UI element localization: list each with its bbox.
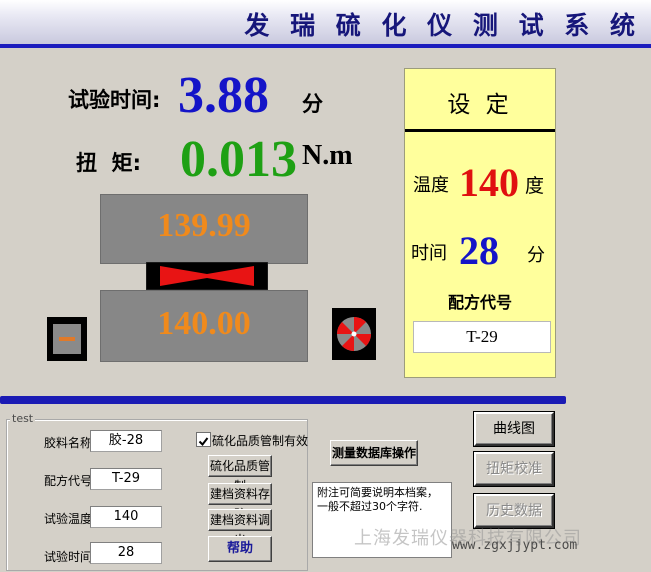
test-time-form-label: 试验时间 [44, 550, 93, 564]
settings-title: 设 定 [447, 92, 513, 118]
test-time-input[interactable]: 28 [90, 542, 162, 564]
test-temp-label: 试验温度 [44, 512, 93, 526]
set-code-label: 配方代号 [447, 293, 512, 312]
rotor-graphic [145, 261, 269, 291]
test-time-value: 3.88 [178, 67, 269, 124]
checkmark-icon [198, 437, 209, 447]
lower-die: 140.00 [100, 290, 308, 362]
quality-checkbox[interactable] [196, 432, 211, 447]
help-button[interactable]: 帮助 [208, 536, 272, 562]
torque-label: 扭 矩: [76, 151, 142, 175]
set-time-unit: 分 [527, 245, 545, 266]
torque-unit: N.m [302, 140, 353, 171]
torque-value: 0.013 [180, 131, 297, 188]
rubber-name-input[interactable]: 胶-28 [90, 430, 162, 452]
set-temp-unit: 度 [525, 175, 545, 197]
accent-bar [0, 396, 566, 404]
set-time-value: 28 [459, 228, 499, 273]
upper-die-temp: 139.99 [157, 207, 251, 244]
curve-button[interactable]: 曲线图 [474, 412, 554, 446]
settings-panel: 设 定 温度 140 度 时间 28 分 配方代号 T-29 [404, 68, 556, 378]
upper-die: 139.99 [100, 194, 308, 264]
set-temp-label: 温度 [413, 175, 449, 196]
save-record-button[interactable]: 建档资料存贮 [208, 483, 272, 521]
formula-code-label: 配方代号 [44, 474, 93, 488]
url-watermark: www.zgxjjypt.com [452, 538, 578, 553]
rotation-disk-icon [332, 308, 376, 360]
app-title: 发 瑞 硫 化 仪 测 试 系 统 [244, 11, 641, 40]
groupbox-legend: test [10, 412, 36, 425]
formula-code-input[interactable]: T-29 [90, 468, 162, 490]
set-time-label: 时间 [411, 243, 447, 264]
test-time-unit: 分 [302, 92, 323, 116]
bow-tie-icon [145, 261, 269, 291]
title-bar: 发 瑞 硫 化 仪 测 试 系 统 [0, 0, 651, 48]
torque-calibration-button[interactable]: 扭矩校准 [474, 452, 554, 486]
settings-divider [405, 129, 555, 132]
set-code-value: T-29 [413, 321, 551, 353]
quality-control-button[interactable]: 硫化品质管制 [208, 455, 272, 493]
heater-indicator-icon [46, 316, 88, 362]
db-operation-button[interactable]: 测量数据库操作 [330, 440, 418, 466]
lower-die-temp: 140.00 [157, 305, 251, 342]
set-temp-value: 140 [459, 160, 519, 205]
test-time-label: 试验时间: [68, 88, 161, 112]
test-temp-input[interactable]: 140 [90, 506, 162, 528]
quality-checkbox-label: 硫化品质管制有效 [212, 434, 309, 448]
load-record-button[interactable]: 建档资料调出 [208, 509, 272, 547]
history-button[interactable]: 历史数据 [474, 494, 554, 528]
rubber-name-label: 胶料名称 [44, 436, 93, 450]
